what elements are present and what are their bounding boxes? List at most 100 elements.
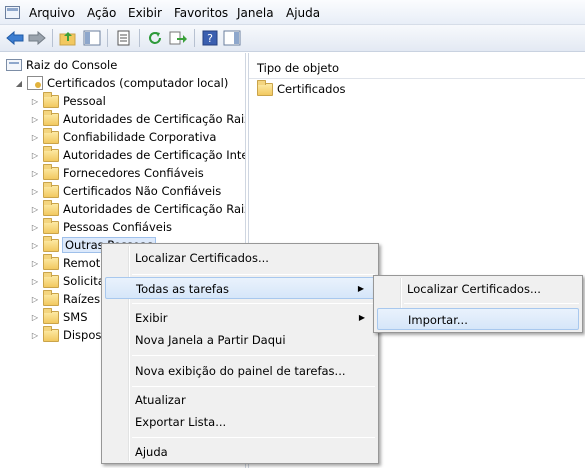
tree-node-label: Fornecedores Confiáveis	[63, 166, 204, 180]
folder-icon	[43, 235, 59, 252]
tree-node-pessoal[interactable]: ▷ Pessoal	[30, 91, 106, 110]
folder-icon	[43, 307, 59, 324]
menu-ajuda[interactable]: Ajuda	[286, 6, 320, 20]
menu-janela[interactable]: Janela	[237, 6, 274, 20]
collapsed-arrow-icon[interactable]: ▷	[30, 151, 40, 160]
tree-node-certificates-store[interactable]: ◢ Certificados (computador local)	[14, 74, 228, 92]
forward-arrow-icon[interactable]	[27, 28, 47, 48]
folder-icon	[43, 253, 59, 270]
context-menu-item-exibir[interactable]: Exibir ▶	[105, 307, 375, 329]
submenu-arrow-icon: ▶	[357, 284, 364, 293]
folder-icon	[43, 127, 59, 144]
tree-node-autoridades-raiz[interactable]: ▷ Autoridades de Certificação Raiz Confi…	[30, 109, 245, 128]
menu-favoritos[interactable]: Favoritos	[174, 6, 228, 20]
collapsed-arrow-icon[interactable]: ▷	[30, 223, 40, 232]
menu-separator	[132, 274, 375, 275]
menu-arquivo[interactable]: Arquivo	[29, 6, 75, 20]
folder-icon	[43, 325, 59, 342]
tree-node-label: SMS	[63, 310, 88, 324]
collapsed-arrow-icon[interactable]: ▷	[30, 97, 40, 106]
tree-node-sms[interactable]: ▷ SMS	[30, 307, 88, 326]
folder-icon	[43, 289, 59, 306]
menu-bar: Arquivo Ação Exibir Favoritos Janela Aju…	[0, 0, 585, 25]
toolbar: ?	[0, 25, 585, 52]
back-arrow-icon[interactable]	[5, 28, 25, 48]
column-header-tipo-objeto[interactable]: Tipo de objeto	[249, 57, 585, 79]
context-menu-item-localizar[interactable]: Localizar Certificados...	[105, 247, 375, 269]
context-menu-item-exportar[interactable]: Exportar Lista...	[105, 411, 375, 433]
tree-node-label: Raízes	[63, 292, 101, 306]
submenu-item-importar[interactable]: Importar...	[377, 308, 579, 330]
tree-node-fornecedores-confiaveis[interactable]: ▷ Fornecedores Confiáveis	[30, 163, 204, 182]
tree-node-raizes[interactable]: ▷ Raízes	[30, 289, 101, 308]
collapsed-arrow-icon[interactable]: ▷	[30, 115, 40, 124]
certificate-store-icon	[27, 76, 43, 90]
context-menu-item-label: Exibir	[135, 311, 168, 325]
context-menu-item-ajuda[interactable]: Ajuda	[105, 441, 375, 463]
tree-node-console-root[interactable]: Raiz do Console	[6, 56, 117, 74]
tree-node-label: Pessoal	[63, 94, 106, 108]
tree-node-label: Certificados Não Confiáveis	[63, 184, 222, 198]
context-menu-item-nova-janela[interactable]: Nova Janela a Partir Daqui	[105, 329, 375, 351]
context-menu: Localizar Certificados... Todas as taref…	[101, 243, 379, 464]
tree-node-autoridades-intermediarias[interactable]: ▷ Autoridades de Certificação Intermediá…	[30, 145, 245, 164]
all-tasks-submenu: Localizar Certificados... Importar...	[373, 275, 583, 333]
folder-icon	[43, 199, 59, 216]
menu-separator	[132, 386, 375, 387]
tree-node-label: Pessoas Confiáveis	[63, 220, 173, 234]
menu-separator	[132, 355, 375, 356]
tree-node-label: Autoridades de Certificação Raiz Confiáv…	[63, 112, 245, 126]
toolbar-separator	[52, 29, 53, 47]
collapsed-arrow-icon[interactable]: ▷	[30, 259, 40, 268]
folder-icon	[43, 91, 59, 108]
console-root-icon	[6, 59, 22, 71]
tree-node-certificados-nao-confiaveis[interactable]: ▷ Certificados Não Confiáveis	[30, 181, 222, 200]
refresh-icon[interactable]	[145, 28, 165, 48]
tree-node-autoridades-terceiros[interactable]: ▷ Autoridades de Certificação Raiz de Te…	[30, 199, 245, 218]
submenu-item-localizar[interactable]: Localizar Certificados...	[377, 278, 579, 300]
menu-separator	[404, 303, 579, 304]
export-list-icon[interactable]	[168, 28, 188, 48]
toolbar-separator	[194, 29, 195, 47]
svg-text:?: ?	[207, 32, 213, 45]
mmc-app-icon[interactable]	[5, 6, 20, 19]
submenu-arrow-icon: ▶	[358, 313, 365, 322]
folder-icon	[257, 79, 273, 96]
tree-node-pessoas-confiaveis[interactable]: ▷ Pessoas Confiáveis	[30, 217, 173, 236]
expanded-arrow-icon[interactable]: ◢	[14, 79, 24, 88]
help-icon[interactable]: ?	[200, 28, 220, 48]
collapsed-arrow-icon[interactable]: ▷	[30, 313, 40, 322]
collapsed-arrow-icon[interactable]: ▷	[30, 133, 40, 142]
folder-icon	[43, 163, 59, 180]
context-menu-item-atualizar[interactable]: Atualizar	[105, 389, 375, 411]
toolbar-separator	[107, 29, 108, 47]
collapsed-arrow-icon[interactable]: ▷	[30, 187, 40, 196]
properties-icon[interactable]	[113, 28, 133, 48]
menu-exibir[interactable]: Exibir	[128, 6, 162, 20]
menu-acao[interactable]: Ação	[87, 6, 116, 20]
context-menu-item-todas-tarefas[interactable]: Todas as tarefas ▶	[105, 277, 375, 299]
folder-icon	[43, 181, 59, 198]
collapsed-arrow-icon[interactable]: ▷	[30, 331, 40, 340]
tree-node-confiabilidade-corporativa[interactable]: ▷ Confiabilidade Corporativa	[30, 127, 217, 146]
list-item[interactable]: Certificados	[257, 79, 346, 98]
up-folder-icon[interactable]	[58, 28, 78, 48]
collapsed-arrow-icon[interactable]: ▷	[30, 169, 40, 178]
context-menu-item-nova-exibicao[interactable]: Nova exibição do painel de tarefas...	[105, 360, 375, 382]
tree-node-label: Confiabilidade Corporativa	[63, 130, 217, 144]
show-hide-action-pane-icon[interactable]	[222, 28, 242, 48]
list-item-label: Certificados	[277, 82, 346, 96]
tree-node-remota[interactable]: ▷ Remota	[30, 253, 107, 272]
show-hide-tree-icon[interactable]	[82, 28, 102, 48]
menu-separator	[132, 303, 375, 304]
collapsed-arrow-icon[interactable]: ▷	[30, 295, 40, 304]
collapsed-arrow-icon[interactable]: ▷	[30, 277, 40, 286]
collapsed-arrow-icon[interactable]: ▷	[30, 205, 40, 214]
toolbar-separator	[139, 29, 140, 47]
tree-node-label: Certificados (computador local)	[47, 76, 229, 90]
tree-node-label: Autoridades de Certificação Intermediári…	[63, 148, 245, 162]
collapsed-arrow-icon[interactable]: ▷	[30, 241, 40, 250]
context-menu-item-label: Todas as tarefas	[136, 282, 229, 296]
folder-icon	[43, 109, 59, 126]
tree-node-label: Autoridades de Certificação Raiz de Terc…	[63, 202, 245, 216]
